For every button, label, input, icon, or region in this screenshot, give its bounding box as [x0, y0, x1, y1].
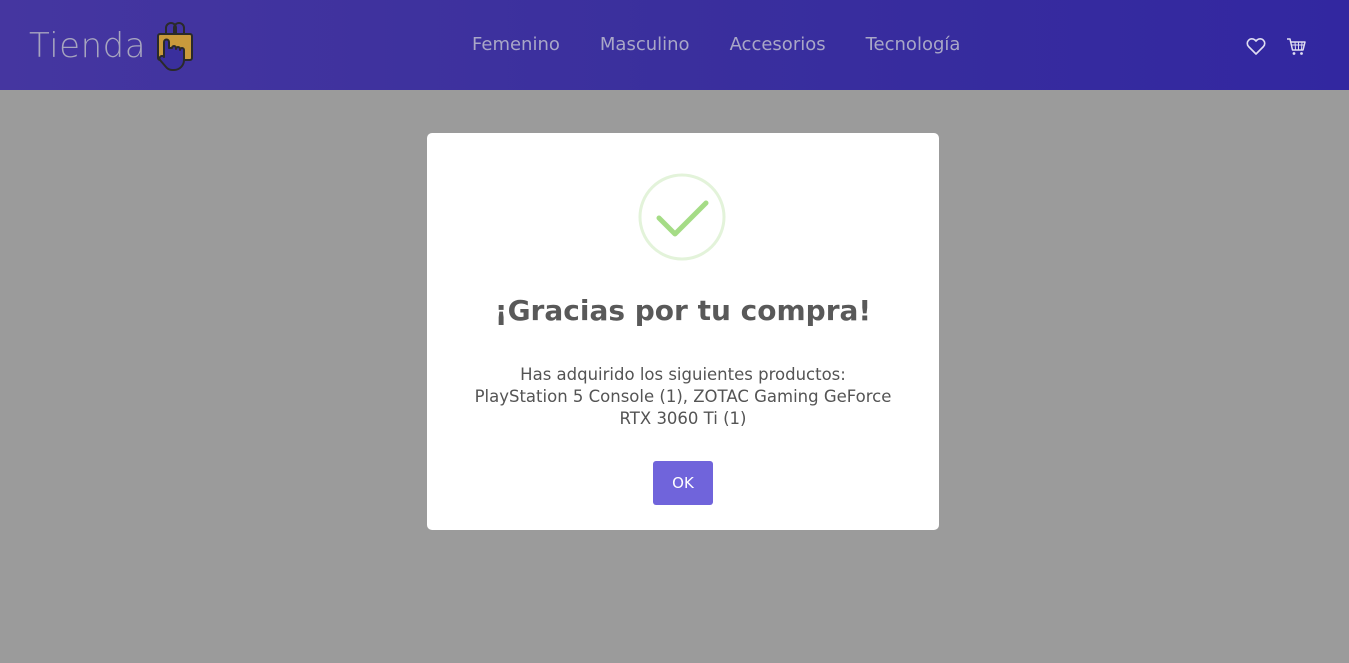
- navbar: Tienda Femenino Masculino Accesorios Tec…: [0, 0, 1349, 90]
- purchase-success-dialog: ¡Gracias por tu compra! Has adquirido lo…: [427, 133, 939, 530]
- nav-link-femenino[interactable]: Femenino: [472, 30, 560, 60]
- shopping-bag-logo-icon: [157, 22, 194, 71]
- dialog-message: Has adquirido los siguientes productos: …: [457, 364, 909, 430]
- nav-icons: [1244, 34, 1308, 58]
- heart-icon[interactable]: [1244, 34, 1268, 58]
- ok-button[interactable]: OK: [653, 461, 713, 505]
- brand-link[interactable]: Tienda: [29, 18, 200, 74]
- dialog-message-products: PlayStation 5 Console (1), ZOTAC Gaming …: [474, 387, 892, 428]
- dialog-message-intro: Has adquirido los siguientes productos:: [520, 365, 846, 384]
- cart-icon[interactable]: [1284, 34, 1308, 58]
- success-check-icon: [638, 173, 726, 261]
- nav-link-masculino[interactable]: Masculino: [600, 30, 690, 60]
- nav-link-accesorios[interactable]: Accesorios: [730, 30, 826, 60]
- main-nav: Femenino Masculino Accesorios Tecnología: [472, 30, 960, 60]
- nav-link-tecnologia[interactable]: Tecnología: [866, 30, 961, 60]
- brand-name: Tienda: [29, 26, 147, 66]
- dialog-title: ¡Gracias por tu compra!: [494, 294, 872, 327]
